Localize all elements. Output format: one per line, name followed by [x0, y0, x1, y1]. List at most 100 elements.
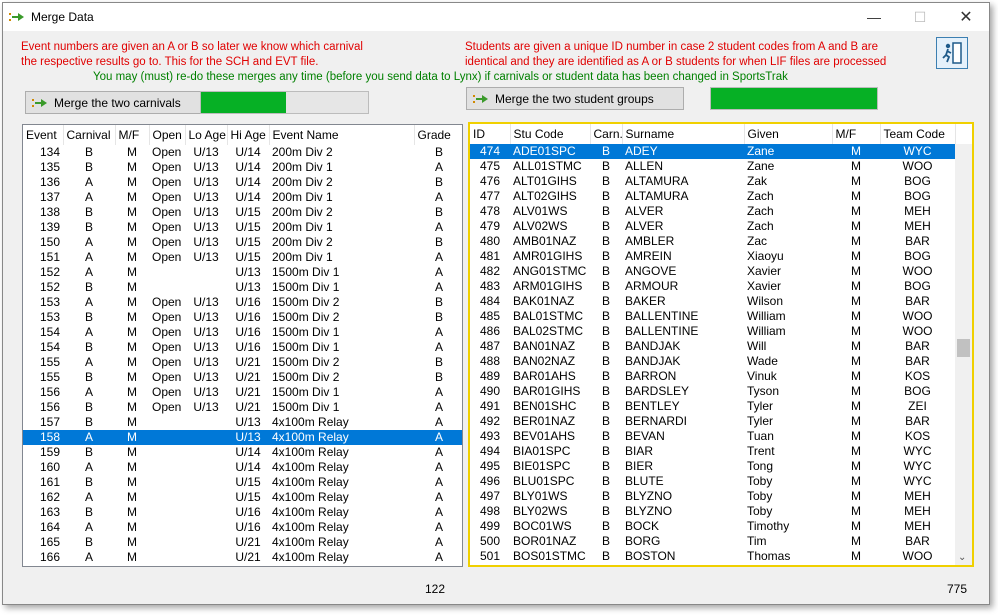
merge-students-button[interactable]: Merge the two student groups [466, 87, 684, 110]
student-row[interactable]: 478 ALV01WS B ALVER Zach M MEH [470, 204, 955, 219]
student-row[interactable]: 499 BOC01WS B BOCK Timothy M MEH [470, 519, 955, 534]
student-row[interactable]: 474 ADE01SPC B ADEY Zane M WYC [470, 144, 955, 159]
students-scroll-thumb[interactable] [957, 339, 970, 357]
event-row[interactable]: 136 A M Open U/13 U/14 200m Div 2 B [23, 175, 462, 190]
student-row[interactable]: 498 BLY02WS B BLYZNO Toby M MEH [470, 504, 955, 519]
event-row[interactable]: 135 B M Open U/13 U/14 200m Div 1 A [23, 160, 462, 175]
table-cell: 135 [39, 160, 60, 174]
student-row[interactable]: 488 BAN02NAZ B BANDJAK Wade M BAR [470, 354, 955, 369]
column-header[interactable]: ID [470, 124, 511, 144]
student-row[interactable]: 477 ALT02GIHS B ALTAMURA Zach M BOG [470, 189, 955, 204]
student-row[interactable]: 484 BAK01NAZ B BAKER Wilson M BAR [470, 294, 955, 309]
column-header[interactable]: Hi Age [227, 125, 270, 145]
maximize-icon: ☐ [913, 8, 927, 25]
table-cell: M [127, 520, 137, 534]
column-header[interactable]: Team Code [880, 124, 956, 144]
student-row[interactable]: 480 AMB01NAZ B AMBLER Zac M BAR [470, 234, 955, 249]
event-row[interactable]: 153 A M Open U/13 U/16 1500m Div 2 B [23, 295, 462, 310]
table-cell: WOO [902, 264, 933, 278]
students-scrollbar[interactable]: ⌄ [955, 144, 972, 565]
table-cell: B [601, 339, 610, 353]
student-row[interactable]: 494 BIA01SPC B BIAR Trent M WYC [470, 444, 955, 459]
column-header[interactable]: Grade [414, 125, 462, 145]
maximize-button[interactable]: ☐ [897, 3, 943, 31]
table-cell: BLUTE [625, 474, 664, 488]
student-row[interactable]: 495 BIE01SPC B BIER Tong M WYC [470, 459, 955, 474]
event-row[interactable]: 155 A M Open U/13 U/21 1500m Div 2 B [23, 355, 462, 370]
event-row[interactable]: 156 B M Open U/13 U/21 1500m Div 1 A [23, 400, 462, 415]
student-row[interactable]: 489 BAR01AHS B BARRON Vinuk M KOS [470, 369, 955, 384]
event-row[interactable]: 164 A M U/16 4x100m Relay A [23, 520, 462, 535]
student-row[interactable]: 485 BAL01STMC B BALLENTINE William M WOO [470, 309, 955, 324]
table-cell: U/13 [235, 415, 261, 429]
scroll-down-icon[interactable]: ⌄ [958, 552, 966, 563]
carnivals-progress-fill [201, 92, 287, 113]
events-table: Event Carnival M/F Open Lo Age Hi Age Event Na… [23, 125, 462, 565]
student-row[interactable]: 483 ARM01GIHS B ARMOUR Xavier M BOG [470, 279, 955, 294]
column-header[interactable]: Event Name [269, 125, 415, 145]
table-cell: M [127, 190, 137, 204]
event-row[interactable]: 161 B M U/15 4x100m Relay A [23, 475, 462, 490]
event-row[interactable]: 157 B M U/13 4x100m Relay A [23, 415, 462, 430]
event-row[interactable]: 154 B M Open U/13 U/16 1500m Div 1 A [23, 340, 462, 355]
event-row[interactable]: 134 B M Open U/13 U/14 200m Div 2 B [23, 145, 462, 160]
minimize-button[interactable]: — [851, 3, 897, 31]
student-row[interactable]: 475 ALL01STMC B ALLEN Zane M WOO [470, 159, 955, 174]
table-cell: Xavier [747, 279, 782, 293]
students-list[interactable]: ID Stu Code Carn. Surname Given M/F Team Code … [468, 122, 974, 567]
student-row[interactable]: 493 BEV01AHS B BEVAN Tuan M KOS [470, 429, 955, 444]
student-row[interactable]: 481 AMR01GIHS B AMREIN Xiaoyu M BOG [470, 249, 955, 264]
event-row[interactable]: 152 B M U/13 1500m Div 1 A [23, 280, 462, 295]
student-row[interactable]: 487 BAN01NAZ B BANDJAK Will M BAR [470, 339, 955, 354]
table-cell: 475 [479, 159, 501, 173]
student-row[interactable]: 500 BOR01NAZ B BORG Tim M BAR [470, 534, 955, 549]
column-header[interactable]: Carnival [63, 125, 116, 145]
event-row[interactable]: 137 A M Open U/13 U/14 200m Div 1 A [23, 190, 462, 205]
event-row[interactable]: 154 A M Open U/13 U/16 1500m Div 1 A [23, 325, 462, 340]
student-row[interactable]: 476 ALT01GIHS B ALTAMURA Zak M BOG [470, 174, 955, 189]
column-header[interactable]: M/F [115, 125, 150, 145]
student-row[interactable]: 491 BEN01SHC B BENTLEY Tyler M ZEI [470, 399, 955, 414]
table-cell: 489 [479, 369, 501, 383]
event-row[interactable]: 156 A M Open U/13 U/21 1500m Div 1 A [23, 385, 462, 400]
event-row[interactable]: 139 B M Open U/13 U/15 200m Div 1 A [23, 220, 462, 235]
event-row[interactable]: 165 B M U/21 4x100m Relay A [23, 535, 462, 550]
event-row[interactable]: 155 B M Open U/13 U/21 1500m Div 2 B [23, 370, 462, 385]
student-row[interactable]: 486 BAL02STMC B BALLENTINE William M WOO [470, 324, 955, 339]
column-header[interactable]: Surname [622, 124, 745, 144]
student-row[interactable]: 490 BAR01GIHS B BARDSLEY Tyson M BOG [470, 384, 955, 399]
table-cell: M [127, 160, 137, 174]
table-cell: AMREIN [625, 249, 672, 263]
column-header[interactable]: Lo Age [185, 125, 228, 145]
exit-button[interactable] [936, 37, 968, 69]
column-header[interactable]: M/F [832, 124, 881, 144]
table-cell: B [84, 160, 93, 174]
events-list[interactable]: Event Carnival M/F Open Lo Age Hi Age Event Na… [22, 124, 463, 567]
event-row[interactable]: 159 B M U/14 4x100m Relay A [23, 445, 462, 460]
column-header[interactable]: Carn. [590, 124, 623, 144]
student-row[interactable]: 482 ANG01STMC B ANGOVE Xavier M WOO [470, 264, 955, 279]
event-row[interactable]: 138 B M Open U/13 U/15 200m Div 2 B [23, 205, 462, 220]
event-row[interactable]: 150 A M Open U/13 U/15 200m Div 2 B [23, 235, 462, 250]
event-row[interactable]: 163 B M U/16 4x100m Relay A [23, 505, 462, 520]
event-row[interactable]: 152 A M U/13 1500m Div 1 A [23, 265, 462, 280]
student-row[interactable]: 496 BLU01SPC B BLUTE Toby M WYC [470, 474, 955, 489]
merge-data-window: Merge Data — ☐ ✕ Event numbers are given… [2, 2, 990, 605]
column-header[interactable]: Stu Code [510, 124, 591, 144]
student-row[interactable]: 501 BOS01STMC B BOSTON Thomas M WOO [470, 549, 955, 564]
event-row[interactable]: 151 A M Open U/13 U/15 200m Div 1 A [23, 250, 462, 265]
event-row[interactable]: 162 A M U/15 4x100m Relay A [23, 490, 462, 505]
student-row[interactable]: 497 BLY01WS B BLYZNO Toby M MEH [470, 489, 955, 504]
student-row[interactable]: 479 ALV02WS B ALVER Zach M MEH [470, 219, 955, 234]
column-header[interactable]: Event [23, 125, 64, 145]
student-row[interactable]: 492 BER01NAZ B BERNARDI Tyler M BAR [470, 414, 955, 429]
event-row[interactable]: 160 A M U/14 4x100m Relay A [23, 460, 462, 475]
column-header[interactable]: Given [744, 124, 833, 144]
column-header[interactable]: Open [149, 125, 186, 145]
table-cell: Wilson [747, 294, 784, 308]
table-cell: B [434, 295, 443, 309]
event-row[interactable]: 166 A M U/21 4x100m Relay A [23, 550, 462, 565]
event-row[interactable]: 158 A M U/13 4x100m Relay A [23, 430, 462, 445]
close-button[interactable]: ✕ [943, 3, 989, 31]
event-row[interactable]: 153 B M Open U/13 U/16 1500m Div 2 B [23, 310, 462, 325]
